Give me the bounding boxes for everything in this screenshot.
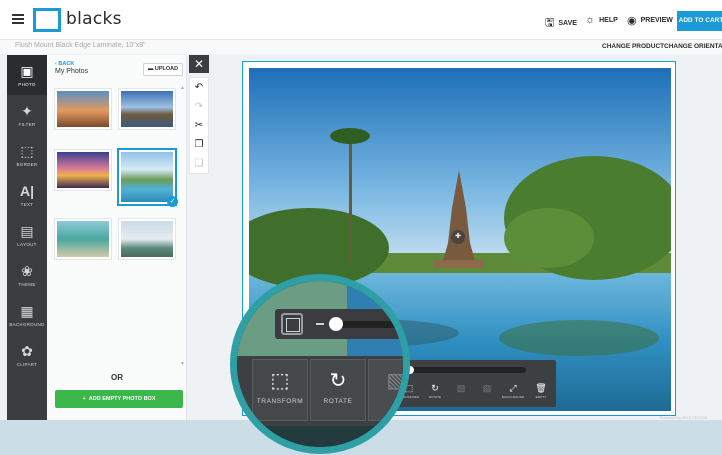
trash-icon: 🗑: [535, 383, 547, 393]
flip-horizontal-button[interactable]: ▧: [448, 381, 474, 405]
rotate-button[interactable]: ↻ ROTATE: [422, 381, 448, 405]
lightbulb-icon: ☼: [585, 14, 596, 26]
rail-item-clipart[interactable]: ✿ CLIPART: [7, 335, 47, 375]
checkmark-icon: ✓: [167, 196, 178, 207]
magnified-slider-knob[interactable]: [329, 317, 343, 331]
logo-text: blacks: [66, 9, 122, 29]
photo-thumbnail[interactable]: [55, 219, 111, 259]
magnified-rotate-button[interactable]: ↻ ROTATE: [310, 359, 366, 421]
paste-icon[interactable]: ❑: [190, 154, 208, 173]
scroll-up-icon[interactable]: ▲: [180, 85, 185, 91]
top-bar: blacks 🖫 SAVE ☼ HELP ◉ PREVIEW ADD TO CA…: [0, 0, 722, 40]
rail-item-border[interactable]: ⬚ BORDER: [7, 135, 47, 175]
photos-panel: ‹ BACK My Photos ▬ UPLOAD ▲ ✓ ▼ OR + ADD: [47, 55, 187, 420]
palette-icon: ❀: [21, 263, 33, 279]
background-button[interactable]: ⤢ BACKGROUND: [500, 381, 526, 405]
rail-item-background[interactable]: ▦ BACKGROUND: [7, 295, 47, 335]
rail-label: LAYOUT: [17, 242, 37, 247]
help-label: HELP: [599, 16, 618, 24]
rotate-label: ROTATE: [428, 395, 442, 399]
logo-icon: [33, 8, 61, 32]
close-panel-button[interactable]: ✕: [189, 55, 209, 73]
rail-item-text[interactable]: A| TEXT: [7, 175, 47, 215]
save-icon: 🖫: [545, 17, 555, 29]
empty-button[interactable]: 🗑 EMPTY: [528, 381, 554, 405]
sub-header: Flush Mount Black Edge Laminate, 10"x8" …: [0, 40, 722, 54]
rail-item-filter[interactable]: ✦ FILTER: [7, 95, 47, 135]
rail-label: TEXT: [20, 202, 34, 207]
rail-label: CLIPART: [16, 362, 38, 367]
magnified-rotate-label: ROTATE: [323, 398, 353, 405]
rail-item-layout[interactable]: ▤ LAYOUT: [7, 215, 47, 255]
copy-icon[interactable]: ❐: [190, 135, 208, 154]
magnifier-callout: ⬚ TRANSFORM ↻ ROTATE ▧: [230, 274, 410, 454]
add-empty-label: ADD EMPTY PHOTO BOX: [88, 396, 156, 402]
cut-icon[interactable]: ✂: [190, 116, 208, 135]
back-label: BACK: [58, 61, 75, 67]
empty-label: EMPTY: [535, 395, 547, 399]
help-button[interactable]: ☼ HELP: [585, 14, 618, 26]
flip-horizontal-icon: ▧: [456, 383, 466, 393]
border-icon: ⬚: [20, 143, 34, 159]
save-label: SAVE: [558, 20, 577, 27]
clipart-icon: ✿: [21, 343, 33, 359]
undo-icon[interactable]: ↶: [190, 78, 208, 97]
preview-label: PREVIEW: [640, 17, 673, 24]
panel-title: My Photos: [55, 68, 89, 75]
layout-icon: ▤: [20, 223, 34, 239]
plus-icon: +: [82, 396, 86, 402]
photo-thumbnail[interactable]: [55, 150, 111, 190]
hamburger-icon[interactable]: [12, 14, 24, 24]
eye-icon: ◉: [627, 15, 637, 27]
photo-thumbnail-selected[interactable]: ✓: [119, 150, 178, 207]
minus-icon: [316, 323, 324, 325]
change-orientation-link[interactable]: CHANGE ORIENTATION: [664, 43, 722, 50]
zoom-slider-track[interactable]: [408, 367, 526, 373]
transform-icon: ⬚: [270, 370, 290, 392]
rotate-icon: ↻: [329, 370, 347, 392]
background-icon: ▦: [20, 303, 34, 319]
redo-icon[interactable]: ↷: [190, 97, 208, 116]
photo-thumbnail[interactable]: [119, 89, 175, 129]
tool-rail: ▣ PHOTO ✦ FILTER ⬚ BORDER A| TEXT ▤ LAYO…: [7, 55, 47, 420]
add-to-cart-button[interactable]: ADD TO CART: [677, 11, 722, 31]
image-icon: ▣: [20, 63, 34, 79]
rotate-icon: ↻: [431, 383, 439, 393]
rail-label: BORDER: [16, 162, 38, 167]
folder-icon: ▬: [147, 66, 154, 72]
back-link[interactable]: ‹ BACK: [55, 61, 74, 67]
save-button[interactable]: 🖫 SAVE: [545, 14, 577, 33]
edit-toolbar: ↶ ↷ ✂ ❐ ❑: [190, 78, 208, 173]
change-product-link[interactable]: CHANGE PRODUCT: [602, 43, 664, 50]
rail-label: PHOTO: [18, 82, 36, 87]
rail-item-theme[interactable]: ❀ THEME: [7, 255, 47, 295]
background-label: BACKGROUND: [501, 395, 525, 399]
rail-label: FILTER: [18, 122, 36, 127]
upload-button[interactable]: ▬ UPLOAD: [143, 63, 183, 76]
flip-vertical-button[interactable]: ▨: [474, 381, 500, 405]
rail-label: BACKGROUND: [9, 322, 45, 327]
rail-item-photo[interactable]: ▣ PHOTO: [7, 55, 47, 95]
magnified-transform-button[interactable]: ⬚ TRANSFORM: [252, 359, 308, 421]
text-icon: A|: [19, 183, 35, 199]
flip-icon: ▧: [386, 370, 406, 392]
magnified-slider-track[interactable]: [332, 321, 403, 328]
or-separator: OR: [111, 373, 123, 382]
preview-button[interactable]: ◉ PREVIEW: [627, 14, 673, 27]
expand-icon: ⤢: [509, 383, 517, 393]
move-icon[interactable]: ✚: [451, 230, 465, 244]
rail-label: THEME: [18, 282, 36, 287]
scroll-down-icon[interactable]: ▼: [180, 361, 185, 367]
photo-thumbnail[interactable]: [55, 89, 111, 129]
wand-icon: ✦: [21, 103, 33, 119]
add-empty-photo-box-button[interactable]: + ADD EMPTY PHOTO BOX: [55, 390, 183, 408]
zoom-out-icon[interactable]: [281, 313, 303, 335]
product-name: Flush Mount Black Edge Laminate, 10"x8": [15, 42, 146, 49]
flip-vertical-icon: ▨: [482, 383, 492, 393]
magnified-transform-label: TRANSFORM: [256, 398, 304, 405]
photo-thumbnail[interactable]: [119, 219, 175, 259]
upload-label: UPLOAD: [154, 66, 179, 72]
